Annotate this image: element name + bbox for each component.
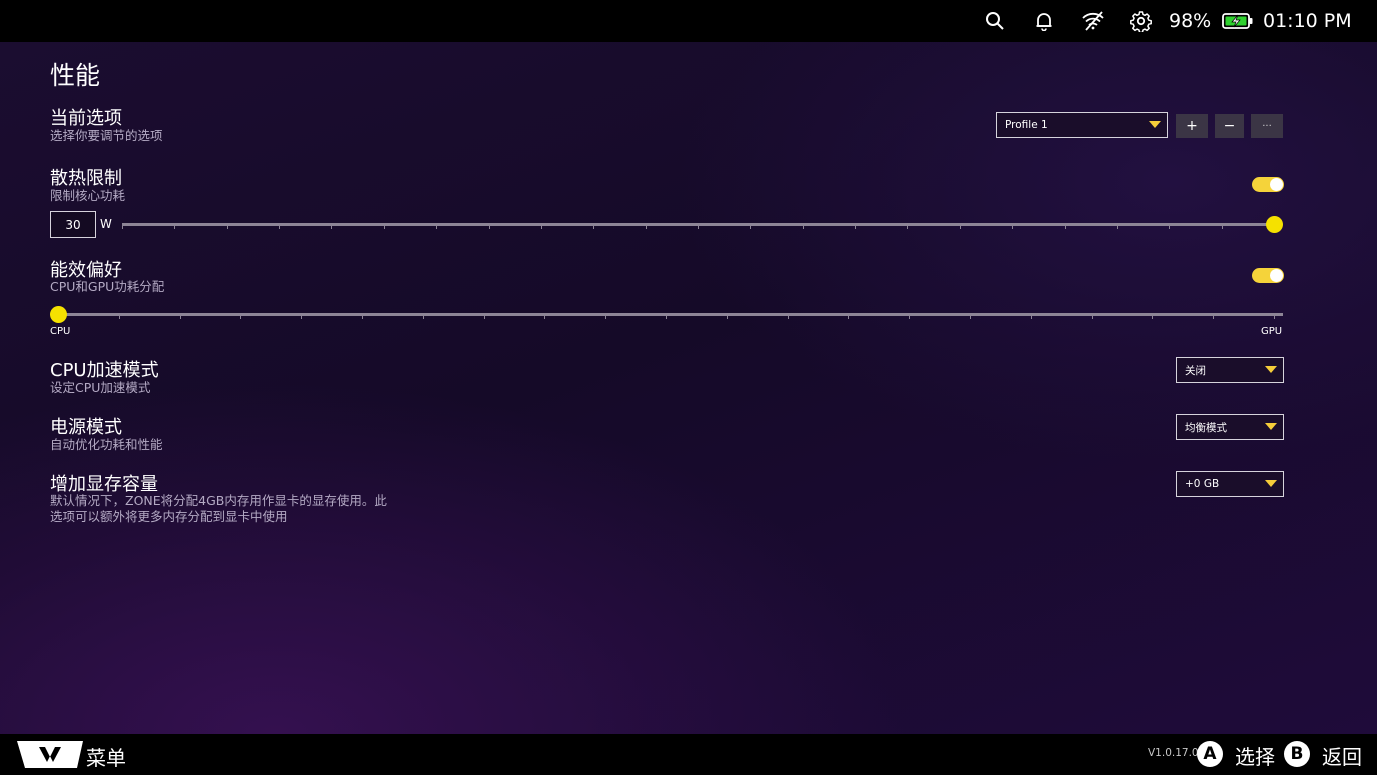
slider-tick	[1169, 226, 1171, 229]
zone-logo-icon[interactable]	[17, 741, 83, 768]
status-bar: 98% 01:10 PM	[0, 0, 1377, 42]
slider-tick	[240, 316, 242, 319]
slider-tick	[483, 316, 485, 319]
slider-track	[58, 313, 1283, 316]
slider-tick	[1221, 226, 1223, 229]
slider-tick	[1064, 226, 1066, 229]
efficiency-min-label: CPU	[50, 326, 71, 337]
toggle-knob	[1270, 178, 1283, 191]
slider-tick	[226, 226, 228, 229]
slider-tick	[383, 226, 385, 229]
gear-icon[interactable]	[1130, 0, 1152, 42]
slider-tick	[959, 226, 961, 229]
vram-dropdown-value: +0 GB	[1185, 478, 1220, 490]
slider-tick	[1213, 316, 1215, 319]
slider-tick	[422, 316, 424, 319]
select-label: 选择	[1235, 745, 1275, 769]
slider-tick	[605, 316, 607, 319]
power-mode-dropdown[interactable]: 均衡模式	[1176, 414, 1284, 440]
slider-tick	[907, 226, 909, 229]
slider-thumb[interactable]	[1266, 216, 1283, 233]
slider-tick	[970, 316, 971, 319]
slider-tick	[848, 316, 850, 319]
slider-tick	[802, 226, 804, 229]
slider-tick	[1091, 316, 1093, 319]
efficiency-toggle[interactable]	[1252, 268, 1284, 283]
bell-icon[interactable]	[1034, 0, 1054, 42]
vram-subtitle-line1: 默认情况下，ZONE将分配4GB内存用作显卡的显存使用。此	[50, 493, 387, 508]
slider-tick	[279, 226, 281, 229]
chevron-down-icon	[1149, 121, 1161, 128]
current-profile-subtitle: 选择你要调节的选项	[50, 128, 163, 143]
cpu-boost-dropdown[interactable]: 关闭	[1176, 357, 1284, 383]
page-title: 性能	[50, 61, 101, 90]
wifi-off-icon[interactable]	[1081, 0, 1105, 42]
slider-tick	[1274, 316, 1275, 319]
slider-tick	[750, 226, 752, 229]
slider-tick	[666, 316, 667, 319]
slider-tick	[488, 226, 490, 229]
slider-tick	[544, 316, 546, 319]
chevron-down-icon	[1265, 366, 1277, 373]
battery-percent: 98%	[1169, 10, 1212, 32]
slider-tick	[122, 226, 123, 229]
slider-tick	[698, 226, 699, 229]
menu-label[interactable]: 菜单	[86, 742, 126, 771]
performance-panel: 性能 当前选项 选择你要调节的选项 Profile 1 + − ··· 散热限制…	[0, 42, 1377, 734]
power-mode-subtitle: 自动优化功耗和性能	[50, 437, 163, 452]
bottom-bar: 菜单 V1.0.17.0 A 选择 B 返回	[0, 734, 1377, 775]
slider-tick	[118, 316, 120, 319]
slider-tick	[179, 316, 181, 319]
thermal-limit-toggle[interactable]	[1252, 177, 1284, 192]
back-label: 返回	[1322, 745, 1362, 769]
slider-tick	[855, 226, 857, 229]
slider-tick	[1030, 316, 1032, 319]
cpu-boost-subtitle: 设定CPU加速模式	[50, 380, 151, 395]
thermal-limit-value-input[interactable]: 30	[50, 211, 96, 238]
slider-tick	[726, 316, 728, 319]
slider-tick	[331, 226, 333, 229]
thermal-limit-unit: W	[100, 217, 112, 231]
slider-tick	[174, 226, 176, 229]
cpu-boost-title: CPU加速模式	[50, 360, 159, 381]
vram-subtitle-line2: 选项可以额外将更多内存分配到显卡中使用	[50, 509, 288, 524]
toggle-knob	[1270, 269, 1283, 282]
more-options-button[interactable]: ···	[1251, 114, 1283, 138]
profile-dropdown-value: Profile 1	[1005, 119, 1048, 131]
thermal-limit-title: 散热限制	[50, 168, 122, 189]
clock: 01:10 PM	[1263, 10, 1352, 32]
slider-tick	[301, 316, 303, 319]
profile-dropdown[interactable]: Profile 1	[996, 112, 1168, 138]
slider-tick	[645, 226, 647, 229]
power-mode-dropdown-value: 均衡模式	[1185, 421, 1227, 434]
slider-tick	[1116, 226, 1118, 229]
thermal-limit-subtitle: 限制核心功耗	[50, 188, 126, 203]
chevron-down-icon	[1265, 480, 1277, 487]
version-label: V1.0.17.0	[1148, 747, 1199, 759]
efficiency-max-label: GPU	[1261, 326, 1283, 337]
current-profile-title: 当前选项	[50, 108, 122, 129]
slider-tick	[787, 316, 789, 319]
efficiency-subtitle: CPU和GPU功耗分配	[50, 279, 165, 294]
battery-charging-icon	[1222, 0, 1254, 42]
slider-tick	[1012, 226, 1014, 229]
slider-tick	[593, 226, 595, 229]
chevron-down-icon	[1265, 423, 1277, 430]
a-button-icon[interactable]: A	[1197, 741, 1223, 767]
search-icon[interactable]	[985, 0, 1005, 42]
power-mode-title: 电源模式	[50, 417, 122, 438]
slider-tick	[1152, 316, 1154, 319]
cpu-boost-dropdown-value: 关闭	[1185, 364, 1206, 377]
slider-thumb[interactable]	[50, 306, 67, 323]
slider-tick	[909, 316, 911, 319]
slider-tick	[436, 226, 438, 229]
slider-tick	[540, 226, 542, 229]
add-profile-button[interactable]: +	[1176, 114, 1208, 138]
vram-dropdown[interactable]: +0 GB	[1176, 471, 1284, 497]
b-button-icon[interactable]: B	[1284, 741, 1310, 767]
remove-profile-button[interactable]: −	[1215, 114, 1244, 138]
slider-tick	[362, 316, 363, 319]
slider-track	[122, 223, 1280, 226]
